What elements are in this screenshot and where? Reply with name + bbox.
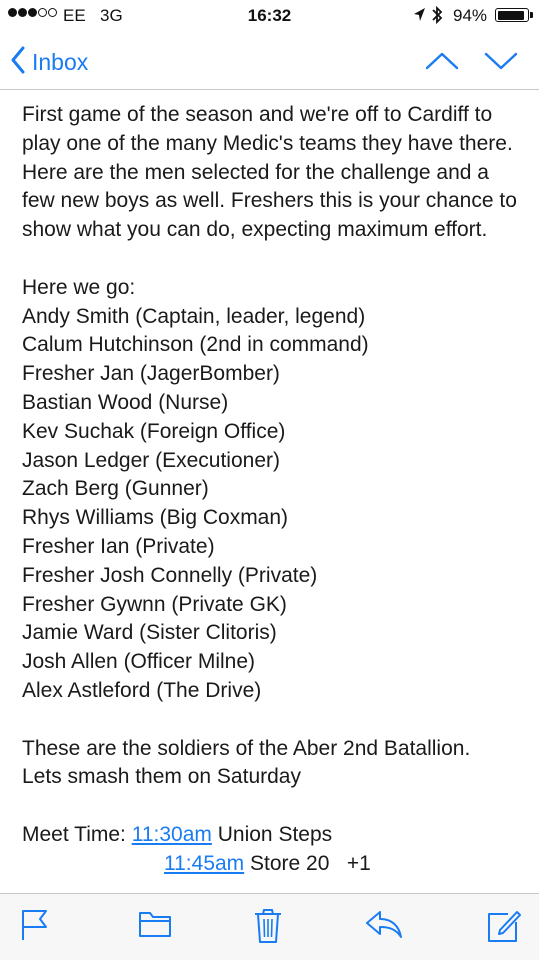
roster-item: Calum Hutchinson (2nd in command) <box>22 333 369 357</box>
compose-button[interactable] <box>486 908 522 949</box>
roster-item: Fresher Gywnn (Private GK) <box>22 592 287 616</box>
chevron-up-icon <box>424 52 460 78</box>
back-label: Inbox <box>32 49 89 75</box>
meet-time-row-1: Meet Time: 11:30am Union Steps <box>22 821 527 850</box>
roster-item: Fresher Jan (JagerBomber) <box>22 362 280 386</box>
move-to-folder-button[interactable] <box>138 908 172 943</box>
bluetooth-icon <box>431 5 443 30</box>
roster-item: Fresher Josh Connelly (Private) <box>22 563 318 587</box>
nav-bar: Inbox <box>0 32 539 90</box>
flag-button[interactable] <box>20 908 50 947</box>
meet-place-2: Store 20 <box>250 851 330 875</box>
meet-time-label: Meet Time: <box>22 822 126 846</box>
roster-item: Jamie Ward (Sister Clitoris) <box>22 621 277 645</box>
roster-item: Zach Berg (Gunner) <box>22 477 209 501</box>
battery-percent: 94% <box>453 6 488 25</box>
back-to-inbox-button[interactable]: Inbox <box>10 46 88 79</box>
roster-list: Andy Smith (Captain, leader, legend) Cal… <box>22 303 527 706</box>
roster-item: Kev Suchak (Foreign Office) <box>22 419 286 443</box>
delete-button[interactable] <box>253 908 283 949</box>
bottom-toolbar <box>0 893 539 960</box>
reply-button[interactable] <box>365 908 403 945</box>
closing-line-1: These are the soldiers of the Aber 2nd B… <box>22 736 471 760</box>
chevron-down-icon <box>483 52 519 78</box>
roster-item: Andy Smith (Captain, leader, legend) <box>22 304 366 328</box>
chevron-left-icon <box>10 46 26 79</box>
next-message-button[interactable] <box>483 46 519 79</box>
roster-item: Fresher Ian (Private) <box>22 534 215 558</box>
roster-item: Alex Astleford (The Drive) <box>22 678 262 702</box>
meet-extra-2: +1 <box>346 851 371 875</box>
reply-icon <box>365 911 403 944</box>
roster-item: Rhys Williams (Big Coxman) <box>22 506 289 530</box>
status-bar: EE 3G 16:32 94% <box>0 0 539 32</box>
trash-icon <box>253 909 283 948</box>
closing-line-2: Lets smash them on Saturday <box>22 765 301 789</box>
roster-item: Bastian Wood (Nurse) <box>22 390 229 414</box>
battery-icon <box>495 8 529 22</box>
email-screen: EE 3G 16:32 94% Inbox First game of the … <box>0 0 539 960</box>
flag-icon <box>20 910 50 946</box>
message-body: First game of the season and we're off t… <box>22 101 527 879</box>
roster-heading: Here we go: <box>22 275 136 299</box>
folder-icon <box>138 912 172 942</box>
meet-place-1: Union Steps <box>217 822 333 846</box>
roster-item: Jason Ledger (Executioner) <box>22 448 280 472</box>
roster-item: Josh Allen (Officer Milne) <box>22 650 256 674</box>
location-arrow-icon <box>413 7 426 28</box>
previous-message-button[interactable] <box>424 46 460 79</box>
meet-time-link-1[interactable]: 11:30am <box>132 823 212 846</box>
meet-time-link-2[interactable]: 11:45am <box>164 852 244 875</box>
meet-time-row-2: 11:45am Store 20 +1 <box>22 850 527 879</box>
message-intro: First game of the season and we're off t… <box>22 103 517 242</box>
compose-icon <box>486 911 522 948</box>
